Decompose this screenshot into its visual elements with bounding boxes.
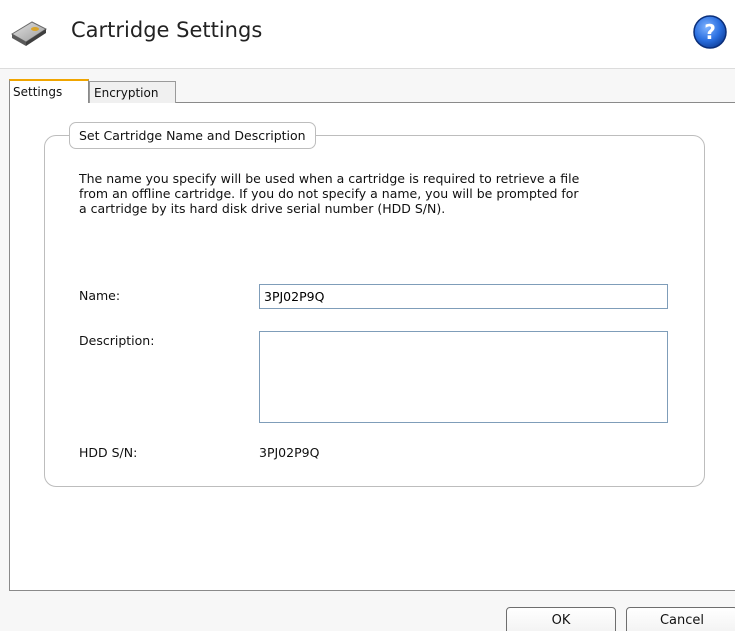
cancel-button[interactable]: Cancel — [626, 607, 735, 631]
name-label: Name: — [79, 288, 121, 303]
svg-text:?: ? — [704, 20, 716, 44]
description-line-1: The name you specify will be used when a… — [79, 171, 580, 186]
window-title: Cartridge Settings — [71, 18, 263, 42]
help-question-icon[interactable]: ? — [692, 14, 728, 50]
tab-encryption[interactable]: Encryption — [89, 81, 176, 103]
header-bar: Cartridge Settings ? — [0, 0, 735, 69]
description-line-2: from an offline cartridge. If you do not… — [79, 186, 579, 201]
description-line-3: a cartridge by its hard disk drive seria… — [79, 201, 446, 216]
description-text: The name you specify will be used when a… — [79, 171, 679, 216]
tab-settings[interactable]: Settings — [9, 79, 89, 103]
description-textarea[interactable] — [259, 331, 668, 423]
cartridge-settings-window: Cartridge Settings ? Settings Encryption… — [0, 0, 735, 631]
description-label: Description: — [79, 333, 155, 348]
hdd-serial-value: 3PJ02P9Q — [259, 445, 320, 460]
name-input[interactable] — [259, 284, 668, 309]
hdd-serial-label: HDD S/N: — [79, 445, 138, 460]
groupbox-legend: Set Cartridge Name and Description — [69, 122, 316, 149]
ok-button[interactable]: OK — [506, 607, 616, 631]
cartridge-drive-icon — [11, 21, 48, 46]
